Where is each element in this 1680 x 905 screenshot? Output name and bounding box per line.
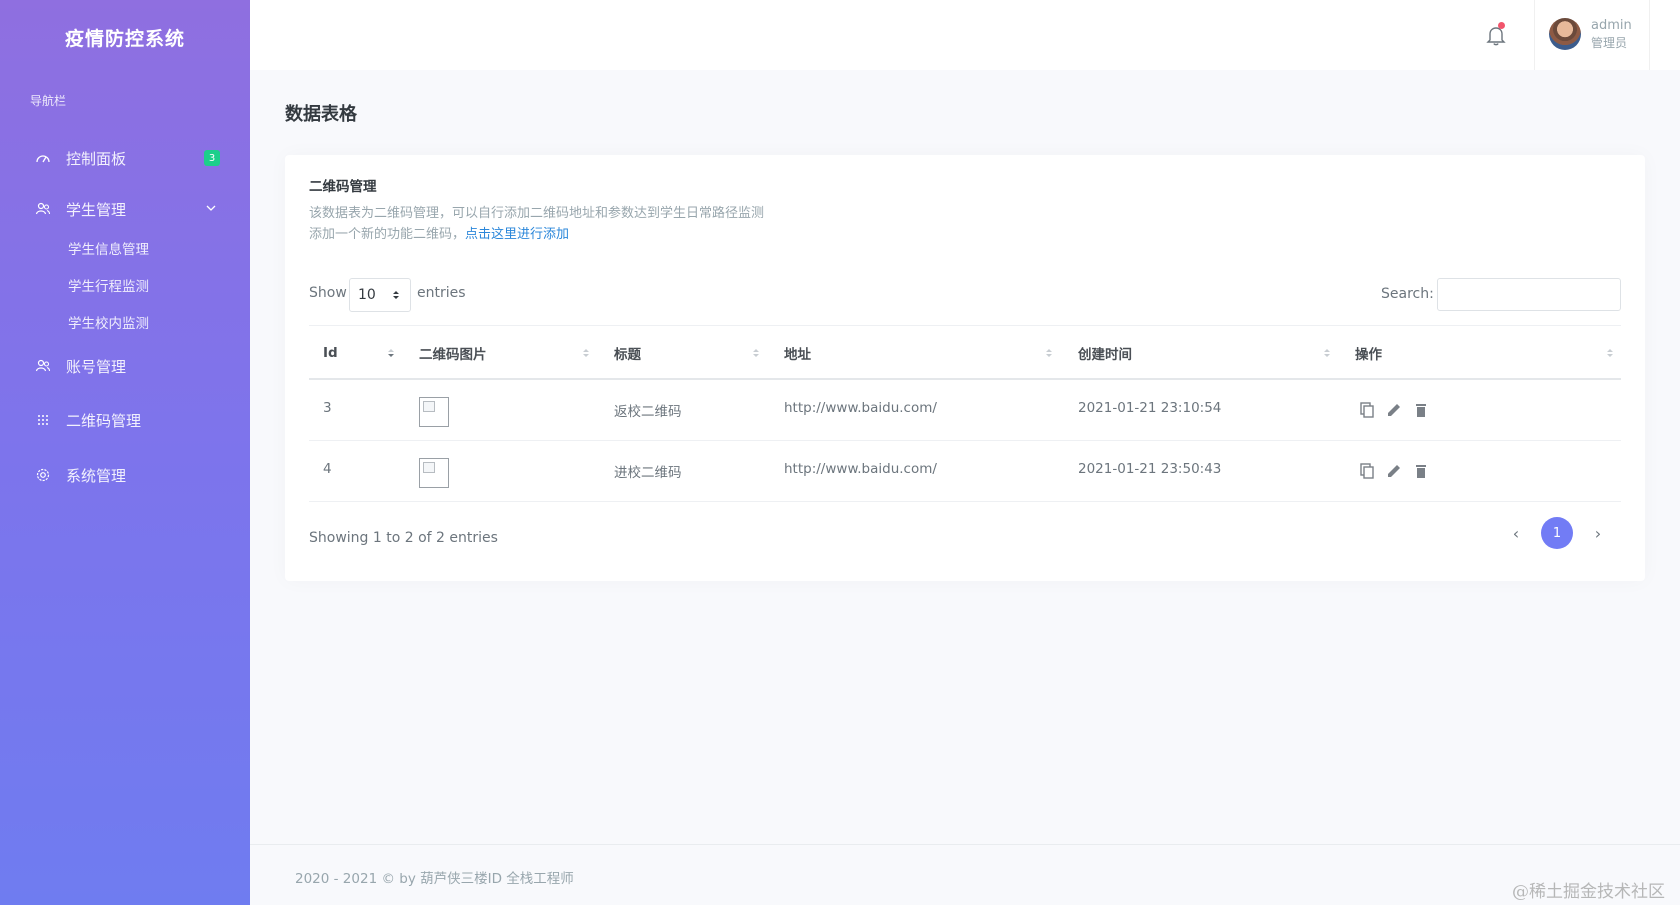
footer: 2020 - 2021 © by 葫芦侠三楼ID 全栈工程师 (250, 844, 1680, 905)
card-title: 二维码管理 (309, 179, 377, 195)
show-label: Show (309, 285, 347, 301)
sidebar-item-label: 二维码管理 (66, 411, 142, 430)
card-desc-line2-text: 添加一个新的功能二维码， (309, 227, 466, 242)
gear-icon (34, 466, 52, 484)
account-icon (34, 357, 52, 375)
entries-label: entries (417, 285, 466, 301)
sort-icon[interactable] (582, 347, 590, 359)
search-label: Search: (1381, 286, 1434, 302)
cell-created: 2021-01-21 23:10:54 (1078, 400, 1222, 416)
sidebar-item-accounts[interactable]: 账号管理 (0, 348, 250, 384)
cell-id: 3 (323, 400, 332, 416)
dashboard-icon (34, 149, 52, 167)
nav-heading: 导航栏 (30, 94, 67, 108)
pagination-page-1[interactable]: 1 (1541, 517, 1573, 549)
cell-url: http://www.baidu.com/ (784, 461, 937, 477)
card-description: 该数据表为二维码管理，可以自行添加二维码地址和参数达到学生日常路径监测 添加一个… (309, 203, 764, 245)
page-size-value: 10 (358, 287, 376, 303)
sidebar-item-qrcode[interactable]: 二维码管理 (0, 402, 250, 438)
topbar (250, 0, 1680, 70)
avatar (1549, 18, 1581, 50)
sort-icon[interactable] (387, 347, 395, 359)
pagination-prev[interactable]: ‹ (1500, 517, 1532, 549)
page-title: 数据表格 (285, 104, 357, 125)
th-title[interactable]: 标题 (614, 326, 641, 379)
user-name: admin (1591, 18, 1632, 33)
sidebar: 疫情防控系统 导航栏 控制面板 3 学生管理 学生信息管理 学生行程监测 学生校… (0, 0, 250, 905)
sidebar-item-label: 控制面板 (66, 149, 127, 168)
user-role: 管理员 (1591, 36, 1628, 50)
card-desc-line1: 该数据表为二维码管理，可以自行添加二维码地址和参数达到学生日常路径监测 (309, 206, 765, 221)
cell-created: 2021-01-21 23:50:43 (1078, 461, 1222, 477)
sidebar-subitem-student-trip[interactable]: 学生行程监测 (68, 275, 149, 295)
th-address[interactable]: 地址 (784, 326, 811, 379)
dashboard-badge: 3 (204, 150, 220, 166)
pagination-next[interactable]: › (1582, 517, 1614, 549)
select-arrows-icon (393, 291, 399, 299)
edit-icon[interactable] (1385, 401, 1403, 419)
sidebar-item-students[interactable]: 学生管理 (0, 191, 250, 227)
sort-icon[interactable] (752, 347, 760, 359)
th-actions[interactable]: 操作 (1355, 326, 1382, 379)
copy-icon[interactable] (1358, 462, 1376, 480)
grid-icon (34, 411, 52, 429)
brand-title: 疫情防控系统 (64, 28, 185, 50)
footer-copyright: 2020 - 2021 © by 葫芦侠三楼ID 全栈工程师 (295, 871, 574, 887)
sidebar-item-label: 系统管理 (66, 466, 127, 485)
th-created-time[interactable]: 创建时间 (1078, 326, 1132, 379)
edit-icon[interactable] (1385, 462, 1403, 480)
users-icon (34, 200, 52, 218)
table-row: 3 返校二维码 http://www.baidu.com/ 2021-01-21… (309, 380, 1621, 441)
sidebar-subitem-student-campus[interactable]: 学生校内监测 (68, 312, 149, 332)
sort-icon[interactable] (1323, 347, 1331, 359)
qrcode-image (419, 397, 449, 427)
qrcode-image (419, 458, 449, 488)
notification-dot (1498, 22, 1505, 29)
sidebar-item-dashboard[interactable]: 控制面板 3 (0, 140, 250, 176)
sidebar-subitem-student-info[interactable]: 学生信息管理 (68, 238, 149, 258)
card-desc-line2: 添加一个新的功能二维码，点击这里进行添加 (309, 224, 764, 245)
th-id[interactable]: Id (323, 326, 338, 379)
cell-title: 返校二维码 (614, 404, 682, 420)
table-info: Showing 1 to 2 of 2 entries (309, 530, 498, 546)
data-table: Id 二维码图片 标题 地址 创建时间 操作 3 返校二维码 http://ww… (309, 325, 1621, 502)
trash-icon[interactable] (1412, 462, 1430, 480)
cell-url: http://www.baidu.com/ (784, 400, 937, 416)
table-header: Id 二维码图片 标题 地址 创建时间 操作 (309, 325, 1621, 380)
trash-icon[interactable] (1412, 401, 1430, 419)
data-table-card: 二维码管理 该数据表为二维码管理，可以自行添加二维码地址和参数达到学生日常路径监… (285, 155, 1645, 581)
cell-id: 4 (323, 461, 332, 477)
sidebar-item-label: 学生管理 (66, 200, 127, 219)
add-qrcode-link[interactable]: 点击这里进行添加 (465, 227, 569, 242)
sidebar-item-label: 账号管理 (66, 357, 127, 376)
user-menu[interactable]: admin 管理员 (1534, 0, 1650, 70)
cell-title: 进校二维码 (614, 465, 682, 481)
th-qrcode-image[interactable]: 二维码图片 (419, 326, 487, 379)
page-size-select[interactable]: 10 (349, 278, 411, 312)
chevron-down-icon (206, 205, 216, 211)
watermark: @稀土掘金技术社区 (1512, 882, 1665, 902)
copy-icon[interactable] (1358, 401, 1376, 419)
sort-icon[interactable] (1606, 347, 1614, 359)
search-input[interactable] (1437, 278, 1621, 311)
sort-icon[interactable] (1045, 347, 1053, 359)
table-row: 4 进校二维码 http://www.baidu.com/ 2021-01-21… (309, 441, 1621, 502)
sidebar-item-system[interactable]: 系统管理 (0, 457, 250, 493)
